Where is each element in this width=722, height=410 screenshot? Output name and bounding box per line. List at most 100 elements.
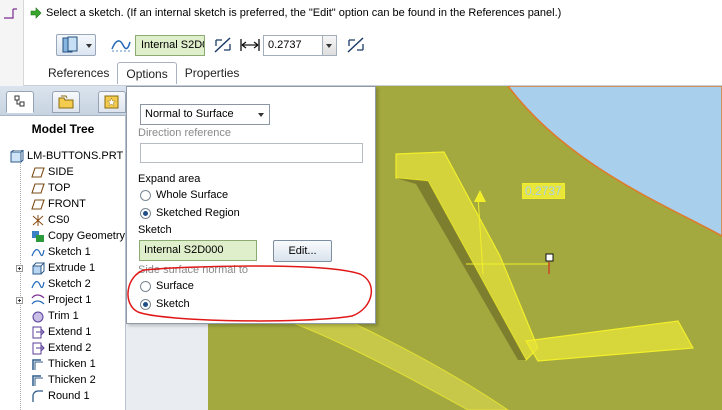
- tree-item-label: Extend 1: [48, 326, 92, 338]
- dimension-value-label[interactable]: 0.2737: [522, 183, 565, 199]
- tree-item-top[interactable]: TOP: [0, 180, 126, 196]
- datum-plane-icon: [31, 166, 45, 178]
- tree-item-round-1[interactable]: Round 1: [0, 388, 126, 404]
- tab-folder-browser[interactable]: [52, 91, 80, 113]
- radio-surface[interactable]: Surface: [140, 280, 194, 292]
- tab-model-tree[interactable]: [6, 91, 34, 113]
- tree-item-part[interactable]: LM-BUTTONS.PRT: [0, 148, 126, 164]
- sketch-collector-field[interactable]: Internal S2D0: [135, 34, 205, 56]
- tree-item-label: Thicken 2: [48, 374, 96, 386]
- surface-type-button[interactable]: [56, 34, 96, 56]
- edit-button[interactable]: Edit...: [273, 240, 332, 262]
- thicken-direction-dropdown[interactable]: Normal to Surface: [140, 104, 270, 125]
- chevron-down-icon[interactable]: [86, 44, 92, 48]
- thicken-icon: [32, 374, 43, 386]
- thickness-dimension-icon: [240, 39, 260, 51]
- tree-item-label: Sketch 1: [48, 246, 91, 258]
- tab-properties[interactable]: Properties: [177, 62, 248, 84]
- message-area: Select a sketch. (If an internal sketch …: [30, 5, 561, 21]
- expand-area-label: Expand area: [138, 173, 201, 185]
- copy-geometry-icon: [32, 230, 44, 242]
- message-text: Select a sketch. (If an internal sketch …: [46, 7, 562, 19]
- model-tree-panel: Model Tree LM-BUTTONS.PRT SIDE TOP FRONT…: [0, 86, 126, 410]
- tree-item-label: Project 1: [48, 294, 92, 306]
- flip-direction-icon[interactable]: [212, 35, 234, 55]
- datum-plane-icon: [31, 198, 45, 210]
- message-arrow-icon: [30, 7, 42, 19]
- radio-label: Sketched Region: [156, 207, 240, 219]
- tree-item-trim-1[interactable]: Trim 1: [0, 308, 126, 324]
- dashboard-left-strip: [0, 0, 24, 86]
- model-tree-list: LM-BUTTONS.PRT SIDE TOP FRONT CS0 Copy G…: [0, 148, 126, 404]
- trim-icon: [32, 311, 44, 322]
- direction-reference-field[interactable]: [140, 143, 363, 163]
- tree-item-label: LM-BUTTONS.PRT: [27, 150, 124, 162]
- options-panel: Normal to Surface Direction reference Ex…: [126, 86, 376, 324]
- tree-item-extend-1[interactable]: Extend 1: [0, 324, 126, 340]
- dashboard-toolbar: Internal S2D0 0.2737: [56, 33, 367, 57]
- radio-label: Whole Surface: [156, 189, 229, 201]
- surface-type-icon: [62, 36, 78, 53]
- radio-label: Sketch: [156, 298, 190, 310]
- tree-item-label: SIDE: [48, 166, 74, 178]
- flip-thickness-icon[interactable]: [345, 35, 367, 55]
- radio-label: Surface: [156, 280, 194, 292]
- tree-item-extrude-1[interactable]: Extrude 1: [0, 260, 126, 276]
- sketch-collector[interactable]: Internal S2D000: [139, 240, 257, 261]
- drag-handle[interactable]: [545, 253, 554, 262]
- model-tree-title: Model Tree: [31, 122, 95, 136]
- tree-item-project-1[interactable]: Project 1: [0, 292, 126, 308]
- feature-tool-icon: [4, 8, 17, 19]
- sketch-icon: [31, 248, 45, 256]
- tree-item-sketch-1[interactable]: Sketch 1: [0, 244, 126, 260]
- tree-item-side[interactable]: SIDE: [0, 164, 126, 180]
- radio-whole-surface[interactable]: Whole Surface: [140, 189, 228, 201]
- expand-toggle[interactable]: [16, 264, 23, 272]
- coordinate-system-icon: [32, 214, 44, 226]
- feature-dashboard: Select a sketch. (If an internal sketch …: [0, 0, 722, 86]
- model-tree-icon: [14, 95, 25, 107]
- sketch-label: Sketch: [138, 224, 172, 236]
- extend-icon: [32, 326, 45, 338]
- thicken-icon: [32, 358, 43, 370]
- tab-references[interactable]: References: [40, 62, 117, 84]
- tree-item-label: Round 1: [48, 390, 90, 402]
- direction-reference-label: Direction reference: [138, 127, 231, 139]
- tree-item-label: FRONT: [48, 198, 86, 210]
- dashboard-tabs: References Options Properties: [40, 62, 247, 84]
- tree-item-extend-2[interactable]: Extend 2: [0, 340, 126, 356]
- tree-item-copy-geometry[interactable]: Copy Geometry: [0, 228, 126, 244]
- tree-item-label: CS0: [48, 214, 70, 226]
- tree-item-front[interactable]: FRONT: [0, 196, 126, 212]
- side-surface-label: Side surface normal to: [138, 264, 249, 276]
- radio-sketched-region[interactable]: Sketched Region: [140, 207, 240, 219]
- tab-options[interactable]: Options: [117, 62, 177, 84]
- radio-indicator: [140, 207, 151, 219]
- radio-indicator: [140, 298, 151, 310]
- radio-indicator: [140, 280, 151, 292]
- tree-item-label: Thicken 1: [48, 358, 96, 370]
- extrude-icon: [32, 262, 45, 274]
- tree-item-thicken-1[interactable]: Thicken 1: [0, 356, 126, 372]
- tree-item-label: Sketch 2: [48, 278, 91, 290]
- sketch-icon[interactable]: [110, 36, 132, 54]
- tree-item-sketch-2[interactable]: Sketch 2: [0, 276, 126, 292]
- tree-item-label: Copy Geometry: [48, 230, 126, 242]
- folder-icon: [58, 95, 74, 109]
- navigator-tabs: [0, 86, 126, 116]
- expand-toggle[interactable]: [16, 296, 23, 304]
- tree-item-label: Extrude 1: [48, 262, 96, 274]
- tree-item-label: TOP: [48, 182, 71, 194]
- part-icon: [10, 149, 24, 162]
- thickness-input[interactable]: 0.2737: [263, 34, 323, 56]
- tab-favorites[interactable]: [98, 91, 126, 113]
- tree-item-cs0[interactable]: CS0: [0, 212, 126, 228]
- radio-sketch[interactable]: Sketch: [140, 298, 190, 310]
- datum-plane-icon: [31, 182, 45, 194]
- tree-item-thicken-2[interactable]: Thicken 2: [0, 372, 126, 388]
- thickness-dropdown-button[interactable]: [323, 34, 337, 56]
- sketch-icon: [31, 280, 45, 288]
- tree-item-label: Extend 2: [48, 342, 92, 354]
- favorites-icon: [104, 95, 119, 109]
- extend-icon: [32, 342, 45, 354]
